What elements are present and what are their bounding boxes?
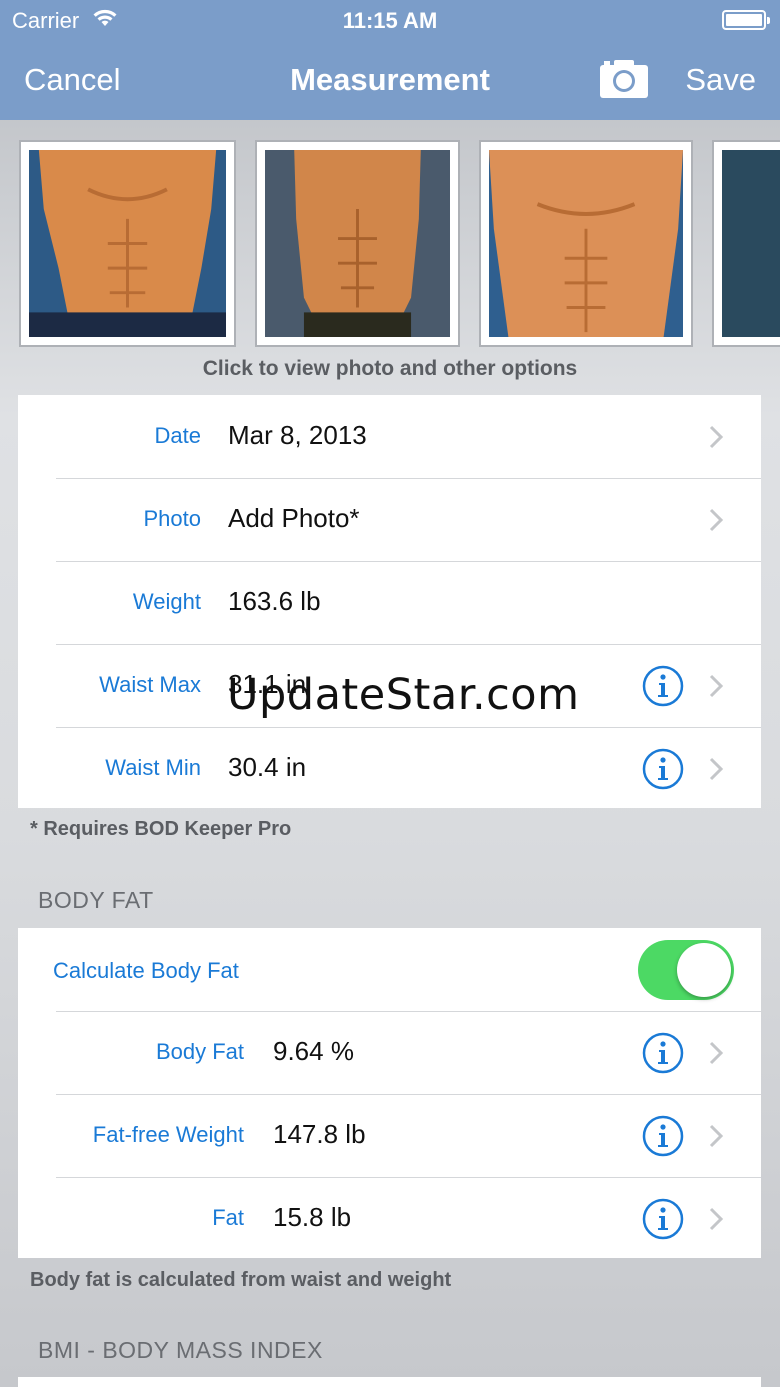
chevron-right-icon	[709, 1207, 724, 1231]
row-divider	[56, 561, 761, 562]
photo-thumbnail[interactable]	[712, 140, 780, 347]
nav-bar: Cancel Measurement Save	[0, 40, 780, 120]
chevron-right-icon	[709, 674, 724, 698]
fat-value: 15.8 lb	[273, 1202, 352, 1232]
info-icon[interactable]	[642, 1198, 684, 1240]
waist-max-value: 31.1 in	[228, 669, 307, 699]
body-fat-label: Body Fat	[155, 1039, 244, 1064]
cancel-button[interactable]: Cancel	[24, 62, 121, 98]
date-value: Mar 8, 2013	[228, 420, 367, 450]
photo-thumbnail[interactable]	[479, 140, 693, 347]
bmi-group	[18, 1377, 761, 1387]
photo-value: Add Photo*	[228, 503, 360, 533]
info-icon[interactable]	[642, 1115, 684, 1157]
toggle-knob	[677, 943, 731, 997]
fat-row[interactable]: Fat 15.8 lb	[18, 1177, 761, 1260]
calculate-body-fat-label: Calculate Body Fat	[53, 958, 239, 983]
waist-min-value: 30.4 in	[228, 752, 307, 782]
fat-label: Fat	[212, 1205, 244, 1230]
photo-thumbnail[interactable]	[255, 140, 460, 347]
waist-max-row[interactable]: Waist Max 31.1 in	[18, 644, 761, 727]
photo-thumbnail[interactable]	[19, 140, 236, 347]
status-time: 11:15 AM	[342, 8, 438, 33]
weight-label: Weight	[132, 589, 201, 614]
info-icon[interactable]	[642, 748, 684, 790]
chevron-right-icon	[709, 757, 724, 781]
torso-photo	[722, 150, 780, 337]
fat-free-weight-row[interactable]: Fat-free Weight 147.8 lb	[18, 1094, 761, 1177]
waist-min-label: Waist Min	[105, 755, 201, 780]
weight-value: 163.6 lb	[228, 586, 321, 616]
body-fat-section-header: BODY FAT	[38, 887, 154, 913]
header-bar: Carrier 11:15 AM Cancel Measurement Save	[0, 0, 780, 120]
row-divider	[56, 1094, 761, 1095]
chevron-right-icon	[709, 425, 724, 449]
body-fat-row[interactable]: Body Fat 9.64 %	[18, 1011, 761, 1094]
fat-free-weight-value: 147.8 lb	[273, 1119, 366, 1149]
calculate-body-fat-toggle[interactable]	[638, 940, 734, 1000]
row-divider	[56, 644, 761, 645]
photo-row[interactable]: Photo Add Photo*	[18, 478, 761, 561]
chevron-right-icon	[709, 1124, 724, 1148]
torso-photo	[489, 150, 683, 337]
body-fat-footnote: Body fat is calculated from waist and we…	[30, 1269, 452, 1291]
body-fat-group: Calculate Body Fat Body Fat 9.64 % Fat-f…	[18, 928, 761, 1258]
date-label: Date	[154, 423, 201, 448]
waist-min-row[interactable]: Waist Min 30.4 in	[18, 727, 761, 810]
torso-photo	[265, 150, 450, 337]
photo-caption: Click to view photo and other options	[202, 357, 578, 380]
chevron-right-icon	[709, 508, 724, 532]
info-icon[interactable]	[642, 1032, 684, 1074]
info-icon[interactable]	[642, 665, 684, 707]
row-divider	[56, 727, 761, 728]
row-divider	[56, 1177, 761, 1178]
torso-photo	[29, 150, 226, 337]
save-button[interactable]: Save	[685, 62, 756, 98]
waist-max-label: Waist Max	[99, 672, 201, 697]
photo-strip[interactable]	[0, 140, 780, 347]
body-fat-value: 9.64 %	[273, 1036, 354, 1066]
measurements-group: Date Mar 8, 2013 Photo Add Photo* Weight…	[18, 395, 761, 808]
bmi-section-header: BMI - BODY MASS INDEX	[38, 1337, 323, 1363]
status-bar: Carrier 11:15 AM	[0, 0, 780, 40]
date-row[interactable]: Date Mar 8, 2013	[18, 395, 761, 478]
chevron-right-icon	[709, 1041, 724, 1065]
fat-free-weight-label: Fat-free Weight	[92, 1122, 244, 1147]
weight-row[interactable]: Weight 163.6 lb	[18, 561, 761, 644]
row-divider	[56, 478, 761, 479]
row-divider	[56, 1011, 761, 1012]
calculate-body-fat-row: Calculate Body Fat	[18, 928, 761, 1011]
requires-pro-note: * Requires BOD Keeper Pro	[30, 818, 292, 840]
camera-icon[interactable]	[600, 58, 648, 98]
photo-label: Photo	[143, 506, 202, 531]
battery-icon	[722, 10, 770, 30]
